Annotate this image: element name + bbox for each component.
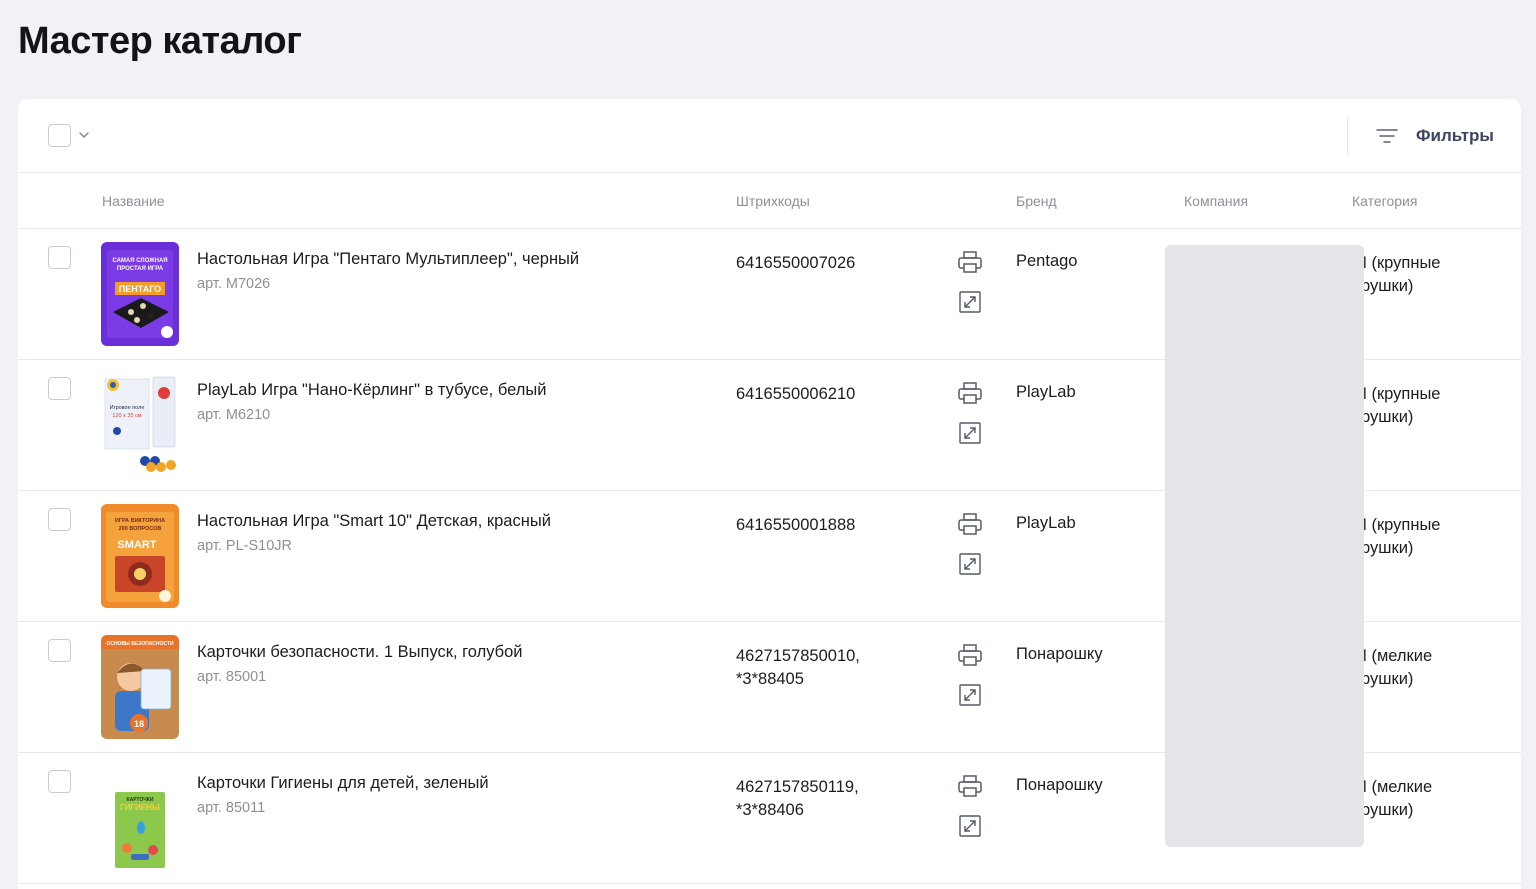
print-icon[interactable] [957, 250, 983, 274]
row-checkbox[interactable] [48, 639, 71, 662]
product-brand: Понарошку [1016, 776, 1103, 794]
product-barcode: 6416550001888 [736, 516, 856, 534]
print-icon[interactable] [957, 774, 983, 798]
row-checkbox[interactable] [48, 377, 71, 400]
product-category: И (мелкие грушки) [1355, 647, 1433, 688]
product-thumbnail[interactable]: САМАЯ СЛОЖНАЯ ПРОСТАЯ ИГРА ПЕНТАГО [101, 242, 179, 346]
row-checkbox[interactable] [48, 246, 71, 269]
row-checkbox[interactable] [48, 508, 71, 531]
catalog-toolbar: Фильтры [18, 99, 1521, 173]
product-thumbnail[interactable]: КАРТОЧКИ ГИГИЕНЫ [101, 766, 179, 870]
product-name[interactable]: Настольная Игра "Пентаго Мультиплеер", ч… [197, 250, 579, 269]
thumb-text: ПРОСТАЯ ИГРА [117, 266, 164, 272]
thumb-text: ОСНОВЫ БЕЗОПАСНОСТИ [106, 641, 174, 647]
catalog-panel: Фильтры Название Штрихкоды Бренд Компани… [18, 99, 1521, 889]
print-icon[interactable] [957, 381, 983, 405]
filter-lines-icon [1376, 128, 1398, 144]
product-name[interactable]: Настольная Игра "Smart 10" Детская, крас… [197, 512, 551, 531]
column-header-company[interactable]: Компания [1184, 193, 1248, 209]
row-checkbox[interactable] [48, 770, 71, 793]
thumb-text: 18 [134, 719, 144, 729]
product-brand: Понарошку [1016, 645, 1103, 663]
thumb-text: ИГРА ВИКТОРИНА [115, 518, 165, 524]
product-thumbnail[interactable]: Игровое поле 120 x 35 см [101, 373, 179, 477]
product-barcode: 6416550007026 [736, 254, 856, 272]
expand-icon[interactable] [959, 815, 981, 837]
company-column-redaction [1165, 245, 1364, 847]
page-title: Мастер каталог [18, 20, 302, 62]
expand-icon[interactable] [959, 684, 981, 706]
product-category: И (крупные грушки) [1355, 516, 1441, 557]
thumb-text: 200 ВОПРОСОВ [119, 526, 162, 532]
print-icon[interactable] [957, 512, 983, 536]
product-sku: арт. PL-S10JR [197, 538, 292, 554]
product-brand: PlayLab [1016, 514, 1076, 532]
product-brand: Pentago [1016, 252, 1078, 270]
product-barcode: 4627157850119, *3*88406 [736, 778, 859, 819]
thumb-text: SMART [117, 539, 156, 551]
product-sku: арт. M6210 [197, 407, 271, 423]
product-category: И (мелкие грушки) [1355, 778, 1433, 819]
column-header-category[interactable]: Категория [1352, 193, 1417, 209]
filters-button[interactable]: Фильтры [1376, 121, 1494, 151]
expand-icon[interactable] [959, 553, 981, 575]
product-name[interactable]: Карточки безопасности. 1 Выпуск, голубой [197, 643, 523, 662]
product-sku: арт. 85011 [197, 800, 266, 816]
product-category: И (крупные грушки) [1355, 385, 1441, 426]
product-thumbnail[interactable]: ОСНОВЫ БЕЗОПАСНОСТИ 18 [101, 635, 179, 739]
column-header-barcodes[interactable]: Штрихкоды [736, 193, 810, 209]
thumb-text: САМАЯ СЛОЖНАЯ [112, 258, 167, 264]
thumb-text: ПЕНТАГО [119, 284, 161, 294]
product-sku: арт. 85001 [197, 669, 267, 685]
thumb-text: Игровое поле [110, 405, 145, 411]
product-barcode: 4627157850010, *3*88405 [736, 647, 860, 688]
select-all-checkbox[interactable] [48, 124, 71, 147]
product-brand: PlayLab [1016, 383, 1076, 401]
product-barcode: 6416550006210 [736, 385, 856, 403]
product-name[interactable]: Карточки Гигиены для детей, зеленый [197, 774, 489, 793]
product-thumbnail[interactable]: ИГРА ВИКТОРИНА 200 ВОПРОСОВ SMART [101, 504, 179, 608]
product-name[interactable]: PlayLab Игра "Нано-Кёрлинг" в тубусе, бе… [197, 381, 546, 400]
product-sku: арт. M7026 [197, 276, 271, 292]
thumb-text: ГИГИЕНЫ [120, 803, 160, 812]
chevron-down-icon[interactable] [78, 129, 90, 141]
print-icon[interactable] [957, 643, 983, 667]
expand-icon[interactable] [959, 291, 981, 313]
toolbar-divider [1347, 117, 1348, 155]
table-header: Название Штрихкоды Бренд Компания Катего… [18, 173, 1521, 229]
filters-label: Фильтры [1416, 126, 1494, 145]
product-category: И (крупные грушки) [1355, 254, 1441, 295]
column-header-brand[interactable]: Бренд [1016, 193, 1057, 209]
thumb-text: 120 x 35 см [112, 413, 141, 419]
column-header-name[interactable]: Название [102, 193, 165, 209]
expand-icon[interactable] [959, 422, 981, 444]
